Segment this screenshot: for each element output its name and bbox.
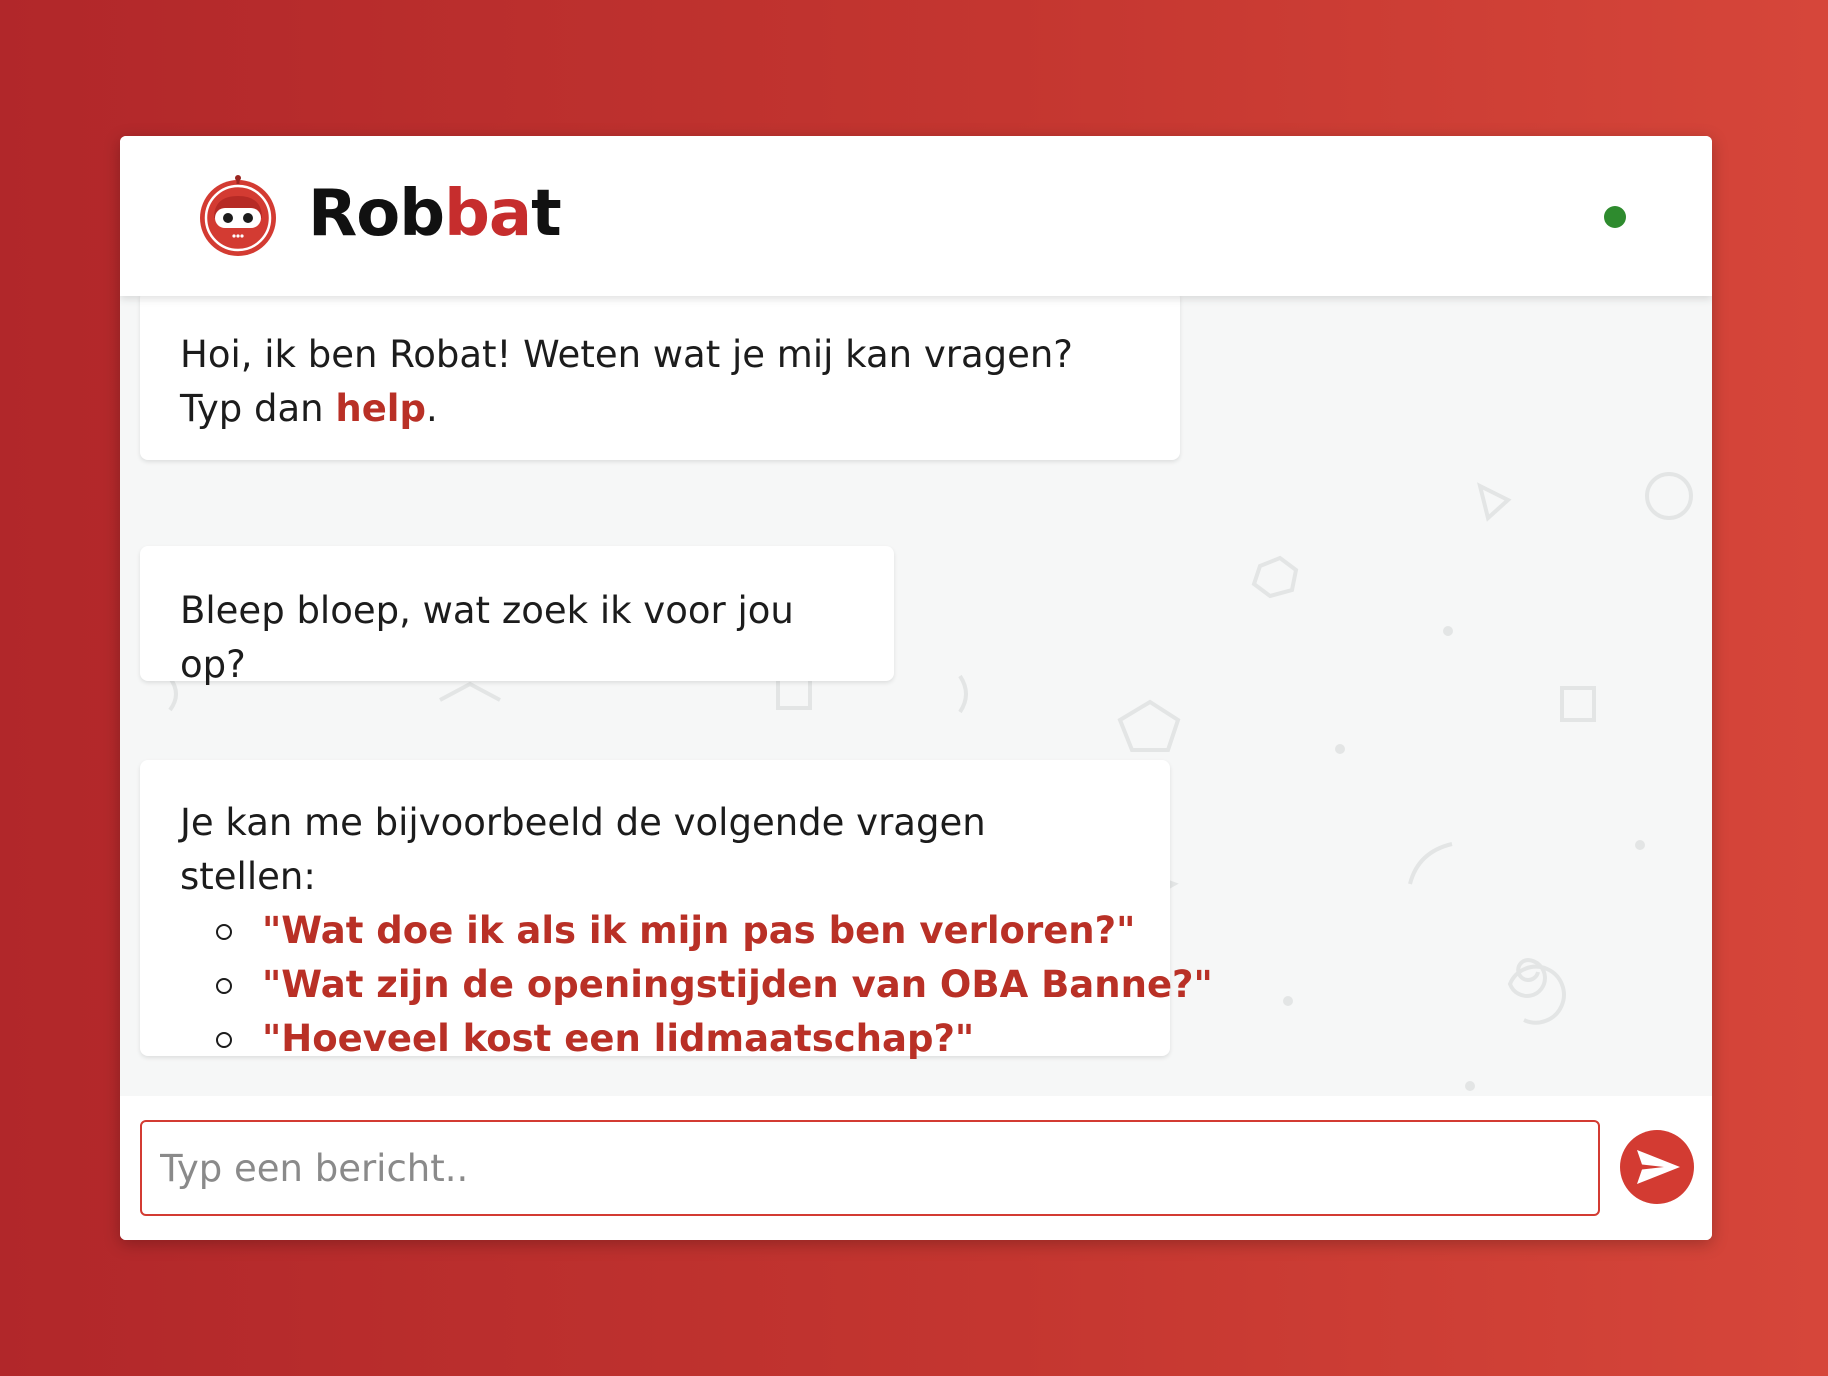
bot-message-suggestions: Je kan me bijvoorbeeld de volgende vrage… xyxy=(140,760,1213,1060)
bot-message-welcome: Hoi, ik ben Robat! Weten wat je mij kan … xyxy=(140,296,1180,460)
bullet-circle-icon xyxy=(216,978,232,994)
send-icon xyxy=(1637,1150,1680,1184)
message-punctuation: . xyxy=(425,387,438,430)
message-text: Bleep bloep, wat zoek ik voor jou op? xyxy=(180,589,794,686)
suggestion-item[interactable]: "Wat zijn de openingstijden van OBA Bann… xyxy=(216,958,1213,1012)
help-link[interactable]: help xyxy=(335,387,426,430)
suggestion-item[interactable]: "Wat doe ik als ik mijn pas ben verloren… xyxy=(216,904,1135,958)
send-button[interactable] xyxy=(1620,1130,1694,1204)
bot-message-prompt: Bleep bloep, wat zoek ik voor jou op? xyxy=(140,546,894,686)
bullet-circle-icon xyxy=(216,1032,232,1048)
message-list[interactable]: Hoi, ik ben Robat! Weten wat je mij kan … xyxy=(120,296,1712,1232)
brand-logo-text: Robbat xyxy=(308,177,562,251)
online-status-indicator xyxy=(1604,206,1626,228)
chat-header: Robbat xyxy=(120,136,1712,296)
chat-window: Robbat Hoi, ik ben Robat! Weten wat je m… xyxy=(120,136,1712,1240)
suggestion-item[interactable]: "Hoeveel kost een lidmaatschap?" xyxy=(216,1012,1130,1066)
suggestion-list: "Wat doe ik als ik mijn pas ben verloren… xyxy=(180,904,1213,1066)
robot-icon xyxy=(198,174,278,258)
message-input[interactable] xyxy=(140,1120,1600,1216)
message-text: Hoi, ik ben Robat! Weten wat je mij kan … xyxy=(180,333,1073,430)
message-composer xyxy=(120,1096,1712,1240)
bullet-circle-icon xyxy=(216,924,232,940)
suggestions-intro: Je kan me bijvoorbeeld de volgende vrage… xyxy=(180,801,986,898)
